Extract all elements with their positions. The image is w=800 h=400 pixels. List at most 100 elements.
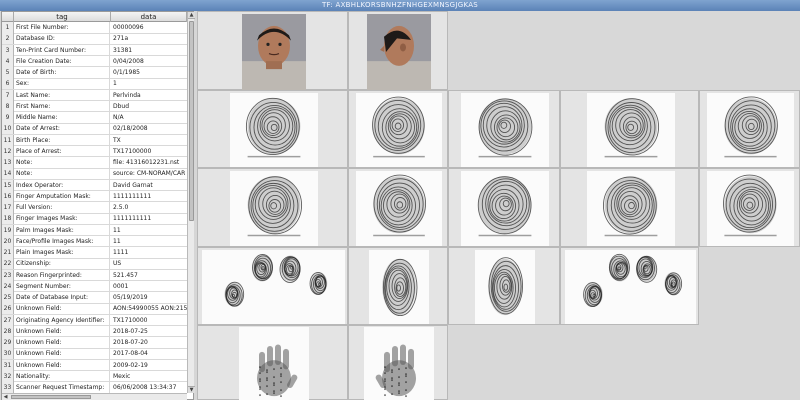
table-row[interactable]: 2 Database ID: 271a — [2, 33, 187, 45]
table-row[interactable]: 23 Reason Fingerprinted: 521.457 — [2, 269, 187, 282]
table-row[interactable]: 33 Scanner Request Timestamp: 06/06/2008 1… — [2, 382, 187, 393]
row-value: 271a — [113, 35, 129, 43]
row-number: 32 — [2, 370, 14, 382]
row-value: Mexic — [113, 372, 131, 380]
table-row[interactable]: 1 First File Number: 00000096 — [2, 22, 187, 34]
table-row[interactable]: 30 Unknown Field: 2017-08-04 — [2, 348, 187, 360]
table-row[interactable]: 25 Date of Database Input: 05/19/2019 — [2, 292, 187, 304]
row-tag: Finger Images Mask: — [16, 213, 110, 225]
plain-left-thumb-image — [475, 250, 535, 324]
rolled-finger-10-tile[interactable] — [699, 168, 800, 247]
scroll-up-icon[interactable]: ▲ — [188, 12, 195, 19]
table-row[interactable]: 12 Place of Arrest: TX17100000 — [2, 145, 187, 158]
row-value: 2017-08-04 — [113, 350, 148, 358]
header-data[interactable]: data — [111, 12, 187, 22]
table-row[interactable]: 21 Plain Images Mask: 1111 — [2, 247, 187, 259]
table-row[interactable]: 16 Finger Amputation Mask: 1111111111 — [2, 190, 187, 203]
table-row[interactable]: 20 Face/Profile Images Mask: 11 — [2, 235, 187, 248]
row-tag: Unknown Field: — [16, 359, 110, 371]
row-number: 16 — [2, 190, 14, 202]
plain-left-thumb-tile[interactable] — [448, 247, 560, 325]
row-number: 33 — [2, 382, 14, 393]
table-row[interactable]: 26 Unknown Field: AON:54990055 AON:215 — [2, 303, 187, 315]
rolled-finger-5-tile[interactable] — [699, 90, 800, 168]
row-tag: Last Name: — [16, 89, 110, 101]
table-row[interactable]: 15 Index Operator: David Garnat — [2, 179, 187, 192]
row-value: TX17100000 — [113, 147, 152, 155]
face-front-tile[interactable] — [197, 11, 348, 90]
row-tag: Unknown Field: — [16, 337, 110, 348]
table-row[interactable]: 24 Segment Number: 0001 — [2, 280, 187, 293]
row-tag: Note: — [16, 157, 110, 168]
palm-left-tile[interactable] — [197, 325, 348, 400]
row-number: 23 — [2, 269, 14, 281]
row-tag: Full Version: — [16, 202, 110, 213]
table-row[interactable]: 29 Unknown Field: 2018-07-20 — [2, 337, 187, 349]
row-value: 0/1/1985 — [113, 69, 140, 76]
window-title-bar: TF: AXBHLKORSBNHZFNHGEXMNSGJGKAS — [0, 0, 800, 11]
scroll-thumb[interactable] — [189, 21, 194, 221]
row-tag: File Creation Date: — [16, 55, 110, 67]
table-row[interactable]: 18 Finger Images Mask: 1111111111 — [2, 213, 187, 225]
table-row[interactable]: 28 Unknown Field: 2018-07-25 — [2, 325, 187, 338]
table-row[interactable]: 4 File Creation Date: 0/04/2008 — [2, 55, 187, 68]
table-row[interactable]: 9 Middle Name: N/A — [2, 112, 187, 124]
rolled-finger-4-tile[interactable] — [560, 90, 699, 168]
table-row[interactable]: 31 Unknown Field: 2009-02-19 — [2, 359, 187, 372]
rolled-finger-6-tile[interactable] — [197, 168, 348, 247]
row-tag: Unknown Field: — [16, 303, 110, 315]
rolled-finger-1-tile[interactable] — [197, 90, 348, 168]
rolled-finger-3-tile[interactable] — [448, 90, 560, 168]
face-profile-tile[interactable] — [348, 11, 448, 90]
row-number: 1 — [2, 22, 14, 33]
row-number: 12 — [2, 145, 14, 157]
row-tag: Place of Arrest: — [16, 145, 110, 157]
table-row[interactable]: 14 Note: source: CM-NORAM/CAR — [2, 168, 187, 180]
row-number: 21 — [2, 247, 14, 258]
row-number: 29 — [2, 337, 14, 348]
row-number: 19 — [2, 224, 14, 236]
table-row[interactable]: 32 Nationality: Mexic — [2, 370, 187, 383]
row-value: 1111111111 — [113, 192, 152, 200]
rolled-finger-9-tile[interactable] — [560, 168, 699, 247]
scroll-down-icon[interactable]: ▼ — [188, 386, 195, 393]
rolled-finger-7-tile[interactable] — [348, 168, 448, 247]
table-row[interactable]: 7 Last Name: Perlvinda — [2, 89, 187, 102]
row-value: 0001 — [113, 282, 129, 290]
header-tag[interactable]: tag — [14, 12, 111, 22]
rolled-finger-3-image — [461, 93, 549, 167]
table-row[interactable]: 5 Date of Birth: 0/1/1985 — [2, 67, 187, 79]
table-row[interactable]: 8 First Name: Dbud — [2, 100, 187, 113]
horizontal-scroll-thumb[interactable] — [11, 395, 91, 399]
table-row[interactable]: 13 Note: file: 41316012231.nst — [2, 157, 187, 169]
rolled-finger-4-image — [586, 93, 675, 167]
plain-left-four-tile[interactable] — [560, 247, 699, 325]
table-row[interactable]: 17 Full Version: 2.5.0 — [2, 202, 187, 214]
plain-right-four-tile[interactable] — [197, 247, 348, 325]
row-tag: Unknown Field: — [16, 348, 110, 360]
palm-right-tile[interactable] — [348, 325, 448, 400]
plain-right-thumb-tile[interactable] — [348, 247, 448, 325]
row-tag: Finger Amputation Mask: — [16, 190, 110, 202]
rolled-finger-2-tile[interactable] — [348, 90, 448, 168]
table-row[interactable]: 11 Birth Place: TX — [2, 134, 187, 147]
rolled-finger-8-tile[interactable] — [448, 168, 560, 247]
table-row[interactable]: 19 Palm Images Mask: 11 — [2, 224, 187, 237]
row-value: 1111111111 — [113, 215, 152, 223]
table-row[interactable]: 3 Ten-Print Card Number: 31381 — [2, 44, 187, 57]
table-row[interactable]: 27 Originating Agency Identifier: TX171000… — [2, 314, 187, 327]
vertical-scrollbar[interactable]: ▲ ▼ — [187, 12, 195, 393]
scroll-left-icon[interactable]: ◀ — [2, 394, 9, 400]
rolled-finger-2-image — [356, 93, 442, 167]
row-number: 11 — [2, 134, 14, 146]
table-row[interactable]: 22 Citizenship: US — [2, 258, 187, 270]
horizontal-scrollbar[interactable]: ◀ — [2, 393, 187, 400]
row-tag: Date of Database Input: — [16, 292, 110, 303]
row-number: 27 — [2, 314, 14, 326]
row-number: 14 — [2, 168, 14, 180]
row-tag: Plain Images Mask: — [16, 247, 110, 258]
table-row[interactable]: 6 Sex: 1 — [2, 78, 187, 90]
row-number: 10 — [2, 123, 14, 135]
table-row[interactable]: 10 Date of Arrest: 02/18/2008 — [2, 123, 187, 135]
row-value: 05/19/2019 — [113, 294, 148, 301]
